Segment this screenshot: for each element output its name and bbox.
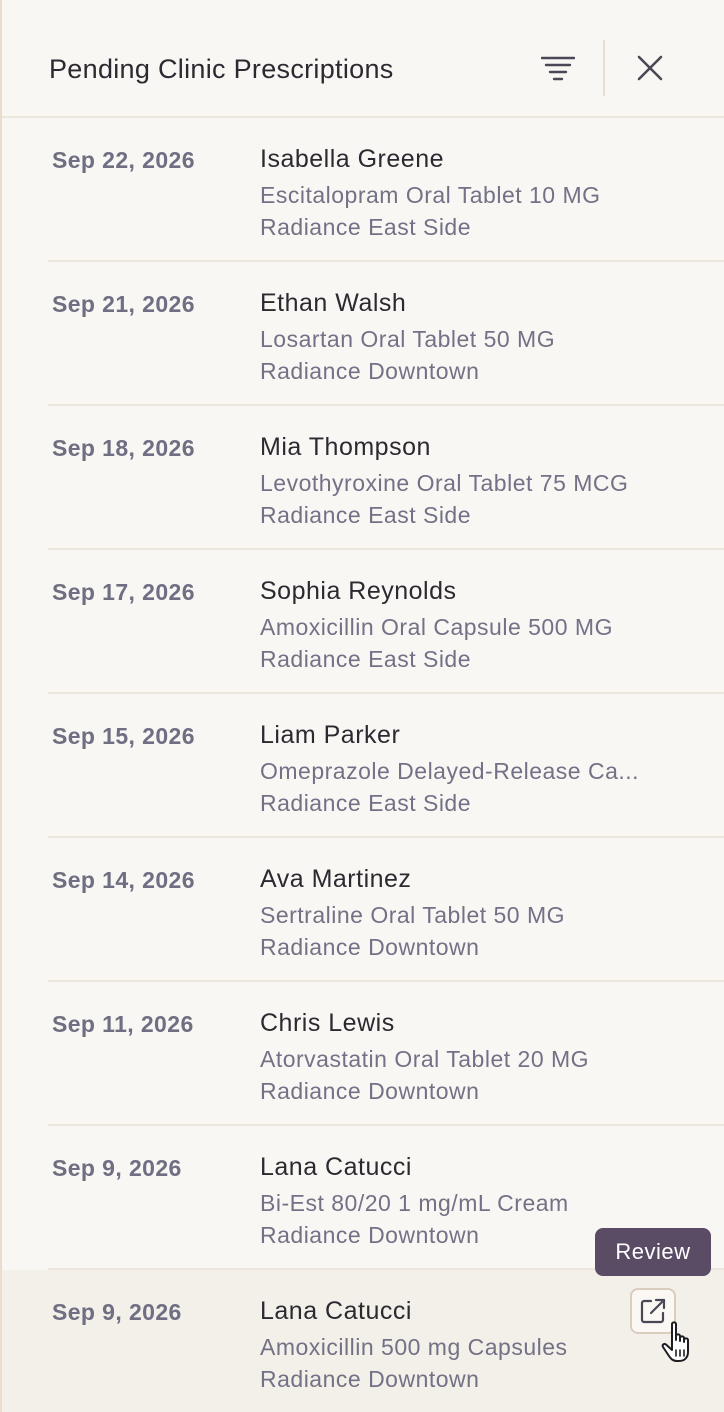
prescriptions-panel: Pending Clinic Prescriptions Sep 22, 202… [0, 0, 724, 1412]
patient-name: Isabella Greene [260, 145, 445, 173]
prescription-date: Sep 21, 2026 [52, 291, 195, 317]
filter-lines-icon [541, 56, 575, 81]
patient-name: Sophia Reynolds [260, 577, 457, 605]
clinic-location: Radiance Downtown [260, 358, 480, 384]
prescription-row[interactable]: Sep 14, 2026 Ava Martinez Sertraline Oral … [2, 838, 724, 982]
prescription-row[interactable]: Sep 17, 2026 Sophia Reynolds Amoxicillin O… [2, 550, 724, 694]
prescription-row[interactable]: Sep 22, 2026 Isabella Greene Escitalopram … [2, 118, 724, 262]
patient-name: Lana Catucci [260, 1153, 412, 1181]
clinic-location: Radiance Downtown [260, 1222, 480, 1248]
clinic-location: Radiance Downtown [260, 934, 480, 960]
prescription-date: Sep 18, 2026 [52, 435, 195, 461]
medication-name: Sertraline Oral Tablet 50 MG [260, 902, 566, 928]
patient-name: Mia Thompson [260, 433, 431, 461]
medication-name: Escitalopram Oral Tablet 10 MG [260, 182, 601, 208]
medication-name: Omeprazole Delayed-Release Ca... [260, 758, 640, 784]
prescription-row[interactable]: Sep 21, 2026 Ethan Walsh Losartan Oral Tab… [2, 262, 724, 406]
patient-name: Liam Parker [260, 721, 401, 749]
clinic-location: Radiance East Side [260, 502, 472, 528]
prescription-date: Sep 9, 2026 [52, 1155, 182, 1181]
medication-name: Amoxicillin Oral Capsule 500 MG [260, 614, 613, 640]
patient-name: Chris Lewis [260, 1009, 395, 1037]
page-title: Pending Clinic Prescriptions [49, 54, 394, 84]
review-tooltip: Review [595, 1228, 711, 1276]
close-button[interactable] [628, 46, 672, 90]
patient-name: Ethan Walsh [260, 289, 407, 317]
clinic-location: Radiance East Side [260, 646, 472, 672]
patient-name: Lana Catucci [260, 1297, 412, 1325]
prescription-row[interactable]: Sep 11, 2026 Chris Lewis Atorvastatin Oral… [2, 982, 724, 1126]
prescription-date: Sep 15, 2026 [52, 723, 195, 749]
medication-name: Levothyroxine Oral Tablet 75 MCG [260, 470, 629, 496]
review-button[interactable] [630, 1288, 676, 1334]
medication-name: Bi-Est 80/20 1 mg/mL Cream [260, 1190, 569, 1216]
prescription-date: Sep 9, 2026 [52, 1299, 182, 1325]
external-link-icon [640, 1298, 666, 1324]
medication-name: Atorvastatin Oral Tablet 20 MG [260, 1046, 590, 1072]
prescription-row[interactable]: Sep 9, 2026 Lana Catucci Amoxicillin 500 m… [2, 1270, 724, 1412]
prescription-date: Sep 22, 2026 [52, 147, 195, 173]
patient-name: Ava Martinez [260, 865, 412, 893]
filter-button[interactable] [536, 48, 580, 88]
clinic-location: Radiance East Side [260, 214, 472, 240]
prescription-list: Sep 22, 2026 Isabella Greene Escitalopram … [2, 118, 724, 1412]
clinic-location: Radiance Downtown [260, 1078, 480, 1104]
prescription-date: Sep 14, 2026 [52, 867, 195, 893]
medication-name: Amoxicillin 500 mg Capsules [260, 1334, 568, 1360]
clinic-location: Radiance Downtown [260, 1366, 480, 1392]
medication-name: Losartan Oral Tablet 50 MG [260, 326, 556, 352]
prescription-row[interactable]: Sep 18, 2026 Mia Thompson Levothyroxine Or… [2, 406, 724, 550]
clinic-location: Radiance East Side [260, 790, 472, 816]
prescription-date: Sep 17, 2026 [52, 579, 195, 605]
header-divider [603, 40, 605, 96]
close-x-icon [637, 55, 663, 81]
prescription-date: Sep 11, 2026 [52, 1011, 194, 1037]
prescription-row[interactable]: Sep 15, 2026 Liam Parker Omeprazole Delaye… [2, 694, 724, 838]
panel-header: Pending Clinic Prescriptions [2, 0, 724, 118]
